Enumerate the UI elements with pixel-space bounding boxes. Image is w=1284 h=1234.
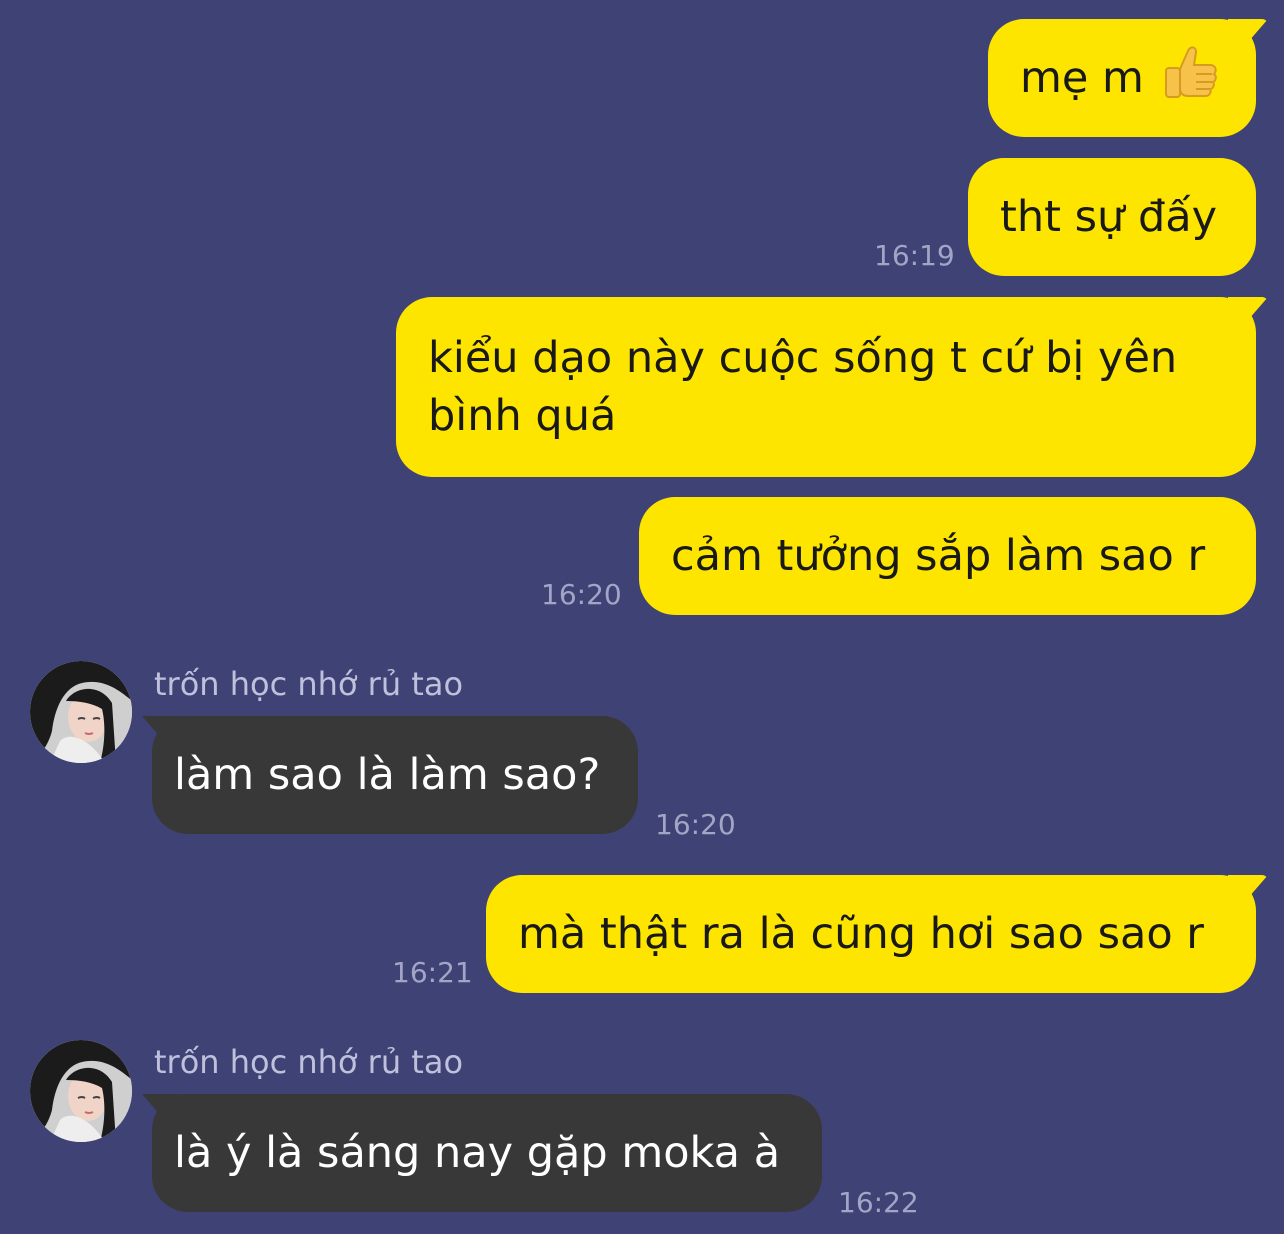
message-timestamp: 16:19 [874,239,955,272]
message-text: mà thật ra là cũng hơi sao sao r [518,909,1204,959]
message-timestamp: 16:20 [655,808,736,841]
incoming-message-bubble[interactable]: làm sao là làm sao? [152,716,638,834]
message-text: mẹ m [1020,53,1144,103]
outgoing-message-bubble[interactable]: tht sự đấy [968,158,1256,276]
outgoing-message-bubble[interactable]: cảm tưởng sắp làm sao r [639,497,1256,615]
incoming-message-bubble[interactable]: là ý là sáng nay gặp moka à [152,1094,822,1212]
message-timestamp: 16:20 [541,578,622,611]
message-text: tht sự đấy [1000,192,1218,242]
message-timestamp: 16:22 [838,1186,919,1219]
contact-avatar[interactable] [30,1040,132,1142]
avatar-photo-icon [30,661,132,763]
avatar-photo-icon [30,1040,132,1142]
sender-name: trốn học nhớ rủ tao [154,1043,464,1081]
outgoing-message-bubble[interactable]: mẹ m [988,19,1256,137]
outgoing-message-bubble[interactable]: mà thật ra là cũng hơi sao sao r [486,875,1256,993]
message-text: cảm tưởng sắp làm sao r [671,531,1206,581]
contact-avatar[interactable] [30,661,132,763]
message-text: làm sao là làm sao? [174,750,601,800]
thumbs-up-icon [1162,41,1222,116]
outgoing-message-bubble[interactable]: kiểu dạo này cuộc sống t cứ bị yên bình … [396,297,1256,477]
message-text: là ý là sáng nay gặp moka à [174,1128,781,1178]
message-text: kiểu dạo này cuộc sống t cứ bị yên bình … [428,333,1178,441]
message-timestamp: 16:21 [392,956,473,989]
sender-name: trốn học nhớ rủ tao [154,665,464,703]
